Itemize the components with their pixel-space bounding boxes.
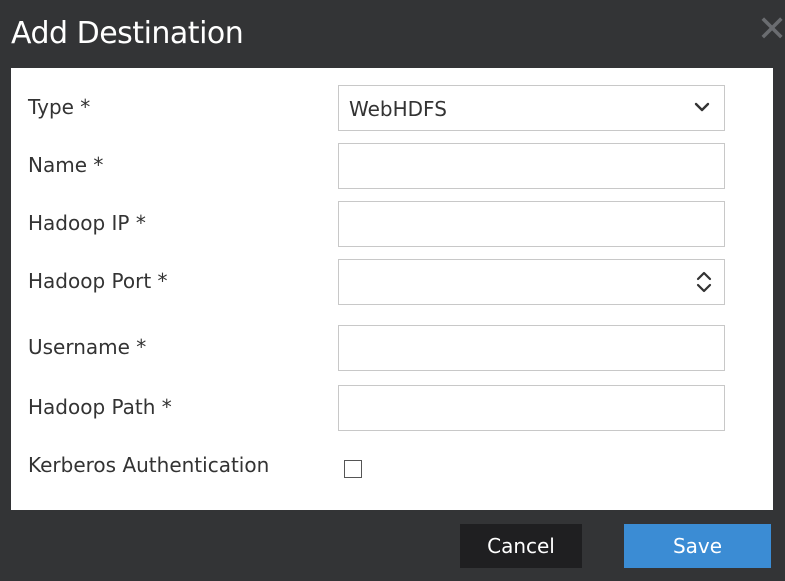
type-row: Type * WebHDFS — [11, 85, 773, 133]
hadoop-port-stepper[interactable] — [339, 260, 679, 304]
kerberos-row: Kerberos Authentication — [11, 443, 773, 491]
hadoop-path-label: Hadoop Path * — [28, 395, 172, 419]
dialog-titlebar: Add Destination ✕ — [0, 0, 785, 68]
type-select-value: WebHDFS — [349, 97, 447, 121]
spinner-updown-icon[interactable] — [694, 267, 714, 297]
hadoop-path-row: Hadoop Path * — [11, 385, 773, 433]
username-field[interactable] — [339, 326, 679, 370]
hadoop-port-field-box — [338, 259, 725, 305]
close-icon[interactable]: ✕ — [757, 10, 785, 50]
chevron-down-icon — [694, 102, 710, 112]
hadoop-path-field[interactable] — [339, 386, 679, 430]
name-field-box — [338, 143, 725, 189]
dialog-body: Type * WebHDFS Name * Hadoop IP * Hadoop… — [11, 68, 773, 510]
hadoop-ip-field-box — [338, 201, 725, 247]
type-label: Type * — [28, 95, 91, 119]
name-label: Name * — [28, 153, 104, 177]
username-row: Username * — [11, 325, 773, 373]
name-row: Name * — [11, 143, 773, 191]
cancel-button[interactable]: Cancel — [460, 524, 582, 568]
kerberos-checkbox[interactable] — [344, 460, 362, 478]
username-label: Username * — [28, 335, 147, 359]
kerberos-label: Kerberos Authentication — [28, 453, 270, 477]
username-field-box — [338, 325, 725, 371]
type-select[interactable]: WebHDFS — [338, 85, 725, 131]
name-field[interactable] — [339, 144, 679, 188]
hadoop-path-field-box — [338, 385, 725, 431]
hadoop-ip-row: Hadoop IP * — [11, 201, 773, 249]
dialog-footer: Cancel Save — [0, 510, 785, 581]
save-button[interactable]: Save — [624, 524, 771, 568]
add-destination-dialog: Add Destination ✕ Type * WebHDFS Name * … — [0, 0, 785, 581]
dialog-title: Add Destination — [11, 16, 244, 51]
hadoop-ip-field[interactable] — [339, 202, 679, 246]
hadoop-ip-label: Hadoop IP * — [28, 211, 146, 235]
hadoop-port-label: Hadoop Port * — [28, 269, 168, 293]
hadoop-port-row: Hadoop Port * — [11, 259, 773, 307]
